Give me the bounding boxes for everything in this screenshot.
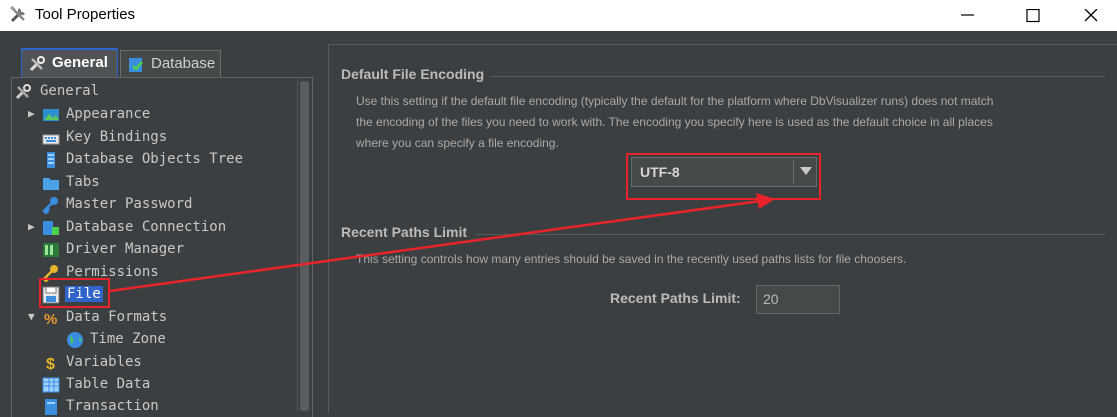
collapse-arrow-icon[interactable]: ▼	[28, 310, 35, 323]
tab-general-label: General	[52, 54, 108, 71]
minimize-button[interactable]	[945, 0, 991, 31]
tree-item-label: Data Formats	[66, 309, 168, 325]
tab-general[interactable]: General	[21, 48, 118, 77]
svg-text:$: $	[46, 356, 55, 372]
description-line: where you can specify a file encoding.	[356, 136, 559, 150]
annotation-highlight-encoding	[626, 153, 821, 200]
tree-item-label: Appearance	[66, 106, 151, 122]
expand-arrow-icon[interactable]: ▶	[28, 220, 35, 233]
title-bar: Tool Properties	[0, 0, 1117, 31]
recent-paths-limit-input[interactable]	[757, 286, 837, 312]
tree-item-label: Driver Manager	[66, 241, 185, 257]
section-title-recent-paths: Recent Paths Limit	[341, 224, 474, 240]
tools-icon	[29, 56, 45, 72]
tree-item-label: Table Data	[66, 376, 151, 392]
tree-item-label: Time Zone	[90, 331, 166, 347]
maximize-button[interactable]	[1010, 0, 1056, 31]
minimize-icon	[961, 14, 974, 16]
tab-database-label: Database	[151, 55, 216, 72]
tree-item-label: Variables	[66, 354, 142, 370]
tools-icon	[10, 5, 25, 23]
globe-icon	[67, 332, 83, 348]
maximize-icon	[1026, 9, 1040, 23]
tools-icon	[15, 84, 31, 100]
dollar-icon: $	[46, 356, 55, 372]
recent-paths-limit-label: Recent Paths Limit:	[610, 290, 741, 306]
window-title: Tool Properties	[35, 6, 136, 23]
settings-panel: Default File Encoding Use this setting i…	[328, 44, 1117, 413]
tree-item-label: Database Objects Tree	[66, 151, 244, 167]
key-icon	[42, 197, 58, 214]
tree-item-label: Tabs	[66, 174, 100, 190]
description-line: the encoding of the files you need to wo…	[356, 115, 993, 129]
left-panel: General Database General ▶ Appearance Ke…	[0, 31, 326, 417]
database-icon	[129, 58, 143, 72]
recent-paths-description: This setting controls how many entries s…	[356, 252, 907, 266]
annotation-highlight-file	[39, 278, 110, 308]
tree-icon	[47, 152, 55, 168]
percent-icon: %	[44, 311, 57, 327]
recent-paths-limit-field[interactable]	[756, 285, 840, 314]
table-icon	[42, 377, 60, 393]
tree-item-label: General	[40, 83, 100, 99]
driver-icon	[43, 243, 59, 257]
keyboard-icon	[42, 134, 60, 145]
section-divider	[476, 234, 1105, 235]
scrollbar-thumb[interactable]	[300, 81, 309, 411]
tree-scrollbar[interactable]	[297, 79, 311, 412]
section-title-encoding: Default File Encoding	[341, 66, 491, 82]
close-icon	[1084, 9, 1098, 22]
close-button[interactable]	[1068, 0, 1114, 31]
description-line: Use this setting if the default file enc…	[356, 94, 994, 108]
tab-database[interactable]: Database	[120, 50, 221, 77]
folder-tab-icon	[43, 178, 59, 190]
section-divider	[479, 76, 1105, 77]
tree-item-label: Database Connection	[66, 219, 227, 235]
transaction-icon	[45, 399, 57, 415]
settings-tree: General ▶ Appearance Key Bindings Databa…	[11, 77, 313, 417]
expand-arrow-icon[interactable]: ▶	[28, 107, 35, 120]
tree-item-label: Master Password	[66, 196, 193, 212]
appearance-icon	[43, 109, 59, 121]
tree-item-label: Key Bindings	[66, 129, 168, 145]
svg-text:%: %	[44, 311, 57, 327]
database-connection-icon	[43, 221, 59, 235]
encoding-description: Use this setting if the default file enc…	[356, 91, 993, 154]
